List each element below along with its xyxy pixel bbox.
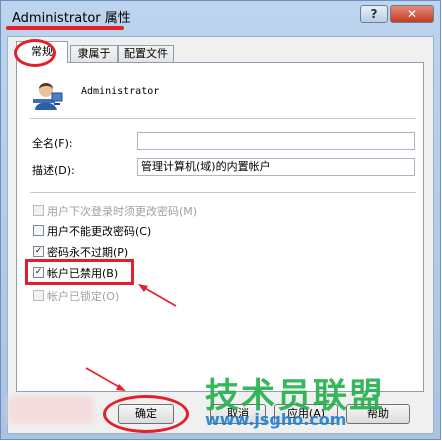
ok-button[interactable]: 确定	[118, 404, 174, 424]
watermark-url: www.jsgho.com	[205, 410, 347, 429]
blurred-region	[8, 396, 93, 424]
